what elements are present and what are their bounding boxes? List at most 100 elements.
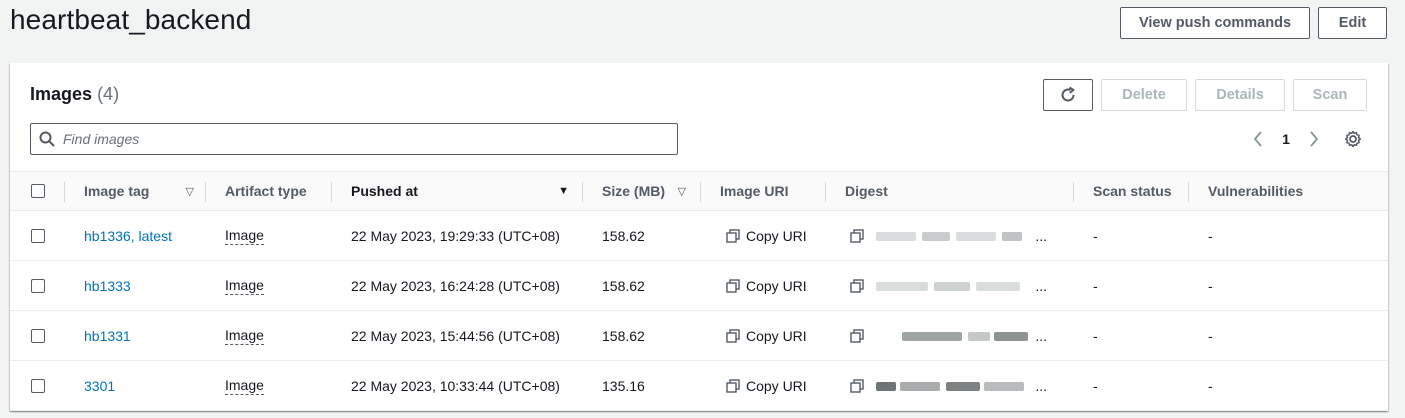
artifact-type: Image [225,311,264,360]
page-number[interactable]: 1 [1276,127,1296,151]
chevron-left-icon [1253,131,1262,147]
column-scan-status[interactable]: Scan status [1093,172,1172,210]
copy-icon[interactable] [850,278,864,293]
digest-value-redacted: ... [872,379,1047,393]
digest-ellipsis: ... [1035,328,1047,343]
pushed-at: 22 May 2023, 16:24:28 (UTC+08) [351,277,560,294]
sort-icon: ▽ [185,185,194,198]
copy-uri-button[interactable]: Copy URI [726,211,807,260]
table-body: hb1336, latest Image 22 May 2023, 19:29:… [10,211,1388,411]
digest-cell: ... [850,261,1047,310]
table-row: 3301 Image 22 May 2023, 10:33:44 (UTC+08… [10,361,1388,411]
search-input[interactable] [63,131,623,147]
image-size: 135.16 [602,377,645,394]
scan-status: - [1093,227,1098,244]
table-row: hb1336, latest Image 22 May 2023, 19:29:… [10,211,1388,261]
column-pushed-at[interactable]: Pushed at ▼ [351,172,569,210]
artifact-type: Image [225,211,264,260]
images-panel: Images (4) Delete Details Scan 1 [10,63,1388,411]
vulnerabilities: - [1208,227,1213,244]
chevron-right-icon [1310,131,1319,147]
copy-icon[interactable] [850,228,864,243]
gear-icon [1344,130,1362,148]
row-select-cell [31,311,45,360]
delete-button[interactable]: Delete [1101,79,1187,111]
copy-uri-label: Copy URI [746,327,807,344]
row-select-cell [31,211,45,260]
digest-value-redacted: ... [872,329,1047,343]
details-button[interactable]: Details [1195,79,1285,111]
copy-uri-button[interactable]: Copy URI [726,261,807,310]
artifact-type: Image [225,361,264,410]
digest-value-redacted: ... [872,229,1047,243]
select-all-checkbox[interactable] [31,184,45,198]
scan-button[interactable]: Scan [1293,79,1367,111]
column-digest[interactable]: Digest [845,172,888,210]
digest-cell: ... [850,311,1047,360]
digest-ellipsis: ... [1035,378,1047,393]
copy-uri-button[interactable]: Copy URI [726,311,807,360]
column-artifact-type[interactable]: Artifact type [225,172,307,210]
preferences-button[interactable] [1342,127,1364,151]
row-select-cell [31,261,45,310]
artifact-type-label: Image [225,326,264,345]
refresh-icon [1061,86,1075,102]
artifact-type: Image [225,261,264,310]
column-size[interactable]: Size (MB) ▽ [602,172,686,210]
digest-ellipsis: ... [1035,228,1047,243]
images-table: Image tag ▽ Artifact type Pushed at ▼ Si… [10,171,1388,411]
image-size: 158.62 [602,327,645,344]
edit-button[interactable]: Edit [1318,7,1387,39]
row-checkbox[interactable] [31,278,45,293]
copy-icon[interactable] [850,378,864,393]
artifact-type-label: Image [225,226,264,245]
previous-page-button[interactable] [1250,127,1266,151]
column-vulnerabilities[interactable]: Vulnerabilities [1208,172,1303,210]
refresh-button[interactable] [1043,79,1093,111]
row-checkbox[interactable] [31,328,45,343]
vulnerabilities: - [1208,327,1213,344]
table-header: Image tag ▽ Artifact type Pushed at ▼ Si… [10,171,1388,211]
page-title: heartbeat_backend [10,4,252,35]
table-row: hb1333 Image 22 May 2023, 16:24:28 (UTC+… [10,261,1388,311]
row-select-cell [31,361,45,410]
pushed-at: 22 May 2023, 10:33:44 (UTC+08) [351,377,560,394]
digest-cell: ... [850,361,1047,410]
column-image-uri[interactable]: Image URI [720,172,788,210]
next-page-button[interactable] [1306,127,1322,151]
image-tag-link[interactable]: hb1333 [84,261,131,310]
copy-icon [726,378,740,393]
copy-uri-button[interactable]: Copy URI [726,361,807,410]
digest-ellipsis: ... [1035,278,1047,293]
image-tag-link[interactable]: 3301 [84,361,115,410]
images-heading-label: Images [30,84,93,104]
view-push-commands-button[interactable]: View push commands [1120,7,1310,39]
pushed-at: 22 May 2023, 19:29:33 (UTC+08) [351,227,560,244]
vulnerabilities: - [1208,377,1213,394]
row-checkbox[interactable] [31,378,45,393]
copy-icon [726,228,740,243]
search-box [30,123,678,155]
image-tag-link[interactable]: hb1336, latest [84,211,172,260]
scan-status: - [1093,327,1098,344]
scan-status: - [1093,277,1098,294]
search-icon [39,131,55,147]
image-tag-link[interactable]: hb1331 [84,311,131,360]
column-pushed-at-label: Pushed at [351,183,418,199]
row-checkbox[interactable] [31,228,45,243]
artifact-type-label: Image [225,376,264,395]
select-all-cell [31,172,45,210]
copy-icon[interactable] [850,328,864,343]
column-image-tag[interactable]: Image tag ▽ [84,172,194,210]
digest-value-redacted: ... [872,279,1047,293]
copy-uri-label: Copy URI [746,377,807,394]
column-image-tag-label: Image tag [84,183,150,199]
copy-icon [726,328,740,343]
sort-icon: ▽ [677,185,686,198]
table-row: hb1331 Image 22 May 2023, 15:44:56 (UTC+… [10,311,1388,361]
pushed-at: 22 May 2023, 15:44:56 (UTC+08) [351,327,560,344]
vulnerabilities: - [1208,277,1213,294]
copy-icon [726,278,740,293]
sort-desc-icon: ▼ [558,185,569,197]
copy-uri-label: Copy URI [746,227,807,244]
